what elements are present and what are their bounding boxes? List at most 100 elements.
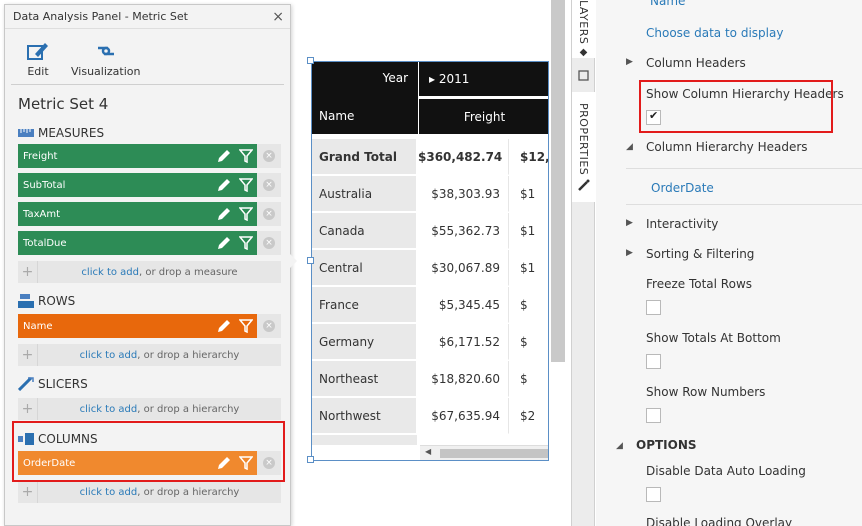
side-tab-strip: LAYERS ◆ PROPERTIES [571, 0, 595, 526]
drop-hint: click to add, or drop a hierarchy [38, 487, 281, 498]
pencil-icon[interactable] [213, 173, 235, 197]
measure-item-subtotal[interactable]: SubTotal × [18, 173, 281, 197]
slicers-drop-zone[interactable]: + click to add, or drop a hierarchy [18, 398, 281, 420]
slicers-section-header: SLICERS [5, 373, 88, 395]
horizontal-scrollbar[interactable]: ◀ [420, 445, 548, 460]
expand-arrow-icon[interactable]: ▶ [626, 248, 636, 258]
drop-hint-text: , or drop a measure [139, 266, 238, 278]
table-cell: $ [510, 287, 548, 323]
show-totals-bottom-checkbox[interactable] [646, 354, 661, 369]
columns-drop-zone[interactable]: + click to add, or drop a hierarchy [18, 481, 281, 503]
show-totals-bottom-label: Show Totals At Bottom [646, 331, 781, 345]
click-to-add-link[interactable]: click to add [80, 350, 138, 361]
measure-label: TotalDue [23, 237, 67, 249]
visualization-button[interactable]: Visualization [71, 41, 140, 78]
measures-header-label: MEASURES [38, 126, 105, 140]
filter-icon[interactable] [235, 144, 257, 168]
collapse-arrow-icon[interactable]: ◢ [626, 142, 636, 152]
table-cell: $18,820.60 [418, 361, 509, 397]
plus-icon[interactable]: + [18, 261, 38, 283]
filter-icon[interactable] [235, 314, 257, 338]
table-row-partial [312, 435, 417, 445]
scroll-left-icon[interactable]: ◀ [425, 447, 431, 456]
vertical-scrollbar[interactable] [551, 0, 565, 362]
collapse-arrow-icon[interactable]: ◢ [616, 441, 626, 451]
freeze-total-rows-label: Freeze Total Rows [646, 277, 753, 291]
measure-label: TaxAmt [23, 208, 61, 220]
year-value: 2011 [438, 72, 470, 86]
column-hierarchy-headers-label[interactable]: Column Hierarchy Headers [646, 140, 808, 154]
drop-hint-text: , or drop a hierarchy [137, 349, 240, 361]
name-column-header[interactable]: Name [319, 109, 354, 123]
interactivity-label[interactable]: Interactivity [646, 217, 718, 231]
table-row-name: Grand Total [312, 139, 417, 175]
tab-properties[interactable]: PROPERTIES [572, 92, 595, 202]
filter-icon[interactable] [235, 173, 257, 197]
pencil-icon[interactable] [213, 314, 235, 338]
properties-tab-label: PROPERTIES [577, 102, 590, 176]
expand-arrow-icon[interactable]: ▸ [429, 72, 435, 86]
tab-layers[interactable]: LAYERS ◆ [572, 0, 595, 58]
table-cell: $ [510, 361, 548, 397]
table-row-name: Germany [312, 324, 417, 360]
row-label: Name [23, 320, 53, 332]
column-headers-label[interactable]: Column Headers [646, 56, 746, 70]
table-cell: $ [510, 324, 548, 360]
edit-label: Edit [27, 65, 49, 78]
click-to-add-link[interactable]: click to add [81, 267, 139, 278]
resize-handle[interactable] [307, 456, 314, 463]
show-row-numbers-checkbox[interactable] [646, 408, 661, 423]
expand-arrow-icon[interactable]: ▶ [626, 218, 636, 228]
drop-hint: click to add, or drop a hierarchy [38, 350, 281, 361]
table-cell: $1 [510, 213, 548, 249]
ruler-icon [18, 129, 34, 137]
remove-icon[interactable]: × [257, 202, 281, 226]
sorting-filtering-label[interactable]: Sorting & Filtering [646, 247, 754, 261]
remove-icon[interactable]: × [257, 173, 281, 197]
options-section-header[interactable]: OPTIONS [636, 438, 697, 452]
table-row-name: Australia [312, 176, 417, 212]
name-link[interactable]: Name [650, 0, 685, 8]
resize-handle[interactable] [307, 257, 314, 264]
freight-column-header[interactable]: Freight [419, 98, 548, 134]
remove-icon[interactable]: × [257, 314, 281, 338]
disable-auto-loading-checkbox[interactable] [646, 487, 661, 502]
remove-icon[interactable]: × [257, 231, 281, 255]
click-to-add-link[interactable]: click to add [80, 404, 138, 415]
pivot-table[interactable]: Year Name ▸ 2011 Freight Grand Total $36… [311, 61, 549, 461]
year-label: Year [382, 71, 408, 85]
pencil-icon[interactable] [213, 202, 235, 226]
edit-button[interactable]: Edit [27, 41, 49, 78]
plus-icon[interactable]: + [18, 481, 38, 503]
disable-loading-overlay-label: Disable Loading Overlay [646, 516, 793, 526]
filter-icon[interactable] [235, 231, 257, 255]
filter-icon[interactable] [235, 202, 257, 226]
metric-set-name: Metric Set 4 [18, 95, 109, 113]
pencil-icon[interactable] [213, 231, 235, 255]
freeze-total-rows-checkbox[interactable] [646, 300, 661, 315]
tab-stack[interactable] [572, 62, 595, 88]
rows-drop-zone[interactable]: + click to add, or drop a hierarchy [18, 344, 281, 366]
measures-drop-zone[interactable]: + click to add, or drop a measure [18, 261, 281, 283]
row-item-name[interactable]: Name × [18, 314, 281, 338]
panel-toolbar: Edit Visualization [11, 29, 284, 85]
close-icon[interactable]: × [272, 5, 284, 29]
expand-arrow-icon[interactable]: ▶ [626, 57, 636, 67]
click-to-add-link[interactable]: click to add [80, 487, 138, 498]
table-cell: $38,303.93 [418, 176, 509, 212]
measure-item-totaldue[interactable]: TotalDue × [18, 231, 281, 255]
pencil-icon[interactable] [213, 144, 235, 168]
remove-icon[interactable]: × [257, 144, 281, 168]
measures-section-header: MEASURES [5, 122, 104, 144]
year-2011-header[interactable]: ▸ 2011 [419, 62, 548, 96]
panel-title-bar[interactable]: Data Analysis Panel - Metric Set × [5, 5, 290, 29]
resize-handle[interactable] [307, 57, 314, 64]
plus-icon[interactable]: + [18, 398, 38, 420]
measure-item-taxamt[interactable]: TaxAmt × [18, 202, 281, 226]
orderdate-link[interactable]: OrderDate [651, 181, 714, 195]
plus-icon[interactable]: + [18, 344, 38, 366]
slicer-icon [18, 377, 34, 391]
measure-item-freight[interactable]: Freight × [18, 144, 281, 168]
scrollbar-thumb[interactable] [440, 449, 548, 458]
choose-data-link[interactable]: Choose data to display [646, 26, 783, 40]
